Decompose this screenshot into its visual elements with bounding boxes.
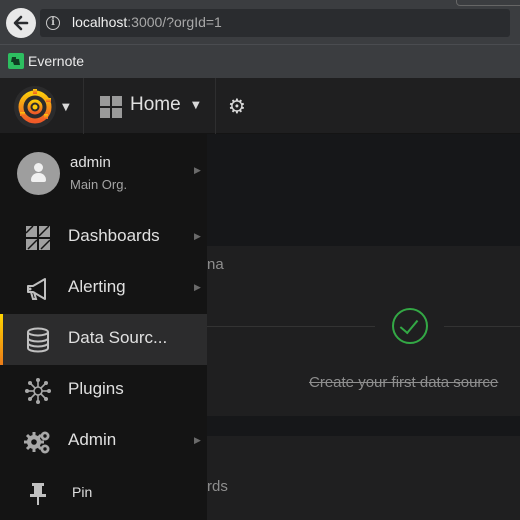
user-name: admin — [70, 154, 111, 171]
chevron-right-icon: ▶ — [194, 166, 201, 176]
user-menu[interactable]: admin Main Org. ▶ — [0, 134, 207, 214]
bookmark-evernote[interactable]: Evernote — [28, 53, 84, 69]
check-circle-icon — [392, 308, 428, 344]
grafana-logo — [14, 86, 56, 128]
dashboard-picker[interactable]: Home ▼ — [84, 78, 216, 134]
browser-toolbar: i localhost:3000/?orgId=1 — [0, 0, 520, 44]
avatar — [17, 152, 60, 195]
user-org: Main Org. — [70, 177, 128, 192]
create-datasource-step[interactable]: Create your first data source — [309, 374, 498, 391]
chevron-right-icon: ▶ — [194, 436, 201, 446]
menu-item-label: Pin — [72, 484, 93, 500]
url-text: localhost:3000/?orgId=1 — [72, 14, 222, 30]
progress-line — [207, 326, 375, 327]
menu-item-data-sources[interactable]: Data Sourc... — [0, 314, 207, 365]
address-bar[interactable]: i localhost:3000/?orgId=1 — [40, 9, 510, 37]
dashboards-icon — [24, 224, 52, 252]
pin-icon — [24, 479, 52, 507]
menu-item-plugins[interactable]: Plugins — [0, 365, 207, 416]
evernote-icon — [8, 53, 24, 69]
browser-tab-edge[interactable] — [456, 0, 520, 6]
side-menu: admin Main Org. ▶ Dashboards ▶ Alerting … — [0, 134, 207, 520]
menu-item-pin[interactable]: Pin — [0, 467, 207, 518]
arrow-left-icon — [13, 15, 29, 31]
menu-item-label: Plugins — [68, 379, 124, 398]
chevron-right-icon: ▶ — [194, 283, 201, 293]
dashboard-grid-icon — [100, 96, 122, 118]
grafana-navbar: ▼ Home ▼ ⚙ — [0, 78, 520, 134]
dashboards-panel — [207, 436, 520, 520]
back-button[interactable] — [6, 8, 36, 38]
menu-item-label: Dashboards — [68, 226, 160, 245]
menu-item-label: Data Sourc... — [68, 328, 168, 347]
caret-down-icon: ▼ — [192, 100, 200, 111]
progress-line — [444, 326, 520, 327]
panel-title-partial: na — [207, 256, 224, 273]
menu-item-alerting[interactable]: Alerting ▶ — [0, 263, 207, 314]
bookmarks-bar: Evernote — [0, 44, 520, 78]
gear-icon[interactable]: ⚙ — [228, 96, 246, 116]
plugins-icon — [24, 377, 52, 405]
alerting-icon — [24, 275, 52, 303]
menu-item-dashboards[interactable]: Dashboards ▶ — [0, 212, 207, 263]
menu-item-label: Alerting — [68, 277, 126, 296]
menu-item-label: Admin — [68, 430, 117, 449]
menu-item-admin[interactable]: Admin ▶ — [0, 416, 207, 467]
admin-gears-icon — [24, 428, 52, 456]
panel-title-partial: rds — [207, 478, 228, 495]
caret-down-icon: ▼ — [62, 102, 70, 113]
grafana-menu-toggle[interactable]: ▼ — [0, 78, 84, 134]
chevron-right-icon: ▶ — [194, 232, 201, 242]
info-icon[interactable]: i — [46, 16, 60, 30]
dashboard-title: Home — [130, 94, 181, 115]
database-icon — [24, 326, 52, 354]
